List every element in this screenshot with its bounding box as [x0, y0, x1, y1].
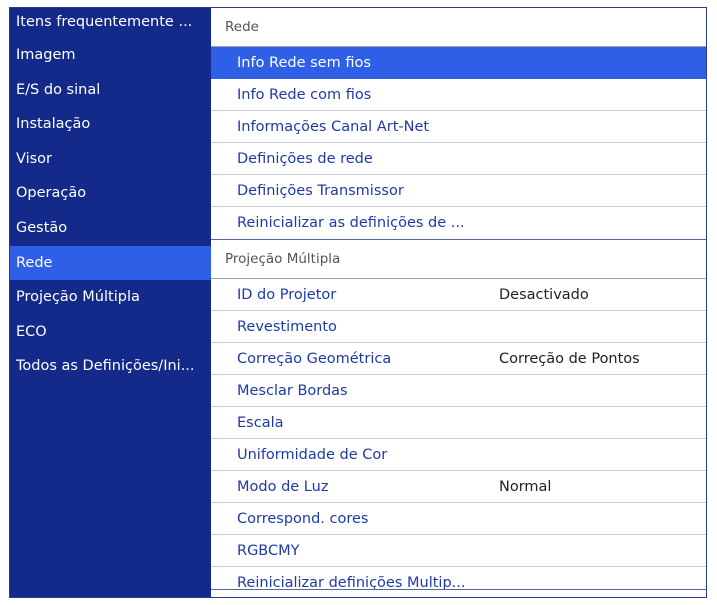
- sidebar-item-image[interactable]: Imagem: [10, 38, 211, 73]
- menu-item-label: Correspond. cores: [237, 511, 369, 528]
- menu-item-label: Correção Geométrica: [237, 350, 392, 367]
- sidebar-item-management[interactable]: Gestão: [10, 211, 211, 246]
- section-header-multi-projection: Projeção Múltipla: [211, 240, 706, 279]
- sidebar: Itens frequentemente ... Imagem E/S do s…: [10, 8, 211, 597]
- sidebar-item-all-settings[interactable]: Todos as Definições/Ini...: [10, 349, 211, 384]
- projector-menu: Itens frequentemente ... Imagem E/S do s…: [9, 7, 707, 598]
- menu-item-label: Escala: [237, 414, 284, 431]
- sidebar-item-frequent[interactable]: Itens frequentemente ...: [10, 8, 211, 38]
- menu-item-label: ID do Projetor: [237, 286, 337, 303]
- sidebar-item-multi-projection[interactable]: Projeção Múltipla: [10, 280, 211, 315]
- menu-item-value: Normal: [499, 479, 552, 496]
- menu-item-label: Definições Transmissor: [237, 183, 404, 200]
- menu-item-scale[interactable]: Escala: [211, 407, 706, 440]
- menu-item-geometry-correction[interactable]: Correção Geométrica Correção de Pontos: [211, 343, 706, 375]
- menu-item-label: Modo de Luz: [237, 479, 329, 496]
- menu-item-label: Reinicializar as definições de ...: [237, 215, 465, 232]
- main-panel: Rede Info Rede sem fios Info Rede com fi…: [211, 8, 706, 597]
- menu-item-projector-id[interactable]: ID do Projetor Desactivado: [211, 279, 706, 311]
- menu-item-label: Revestimento: [237, 318, 337, 335]
- menu-item-color-matching[interactable]: Correspond. cores: [211, 503, 706, 536]
- menu-item-label: Informações Canal Art-Net: [237, 119, 430, 136]
- menu-item-label: Definições de rede: [237, 151, 373, 168]
- sidebar-item-network[interactable]: Rede: [10, 245, 211, 281]
- menu-item-color-uniformity[interactable]: Uniformidade de Cor: [211, 439, 706, 472]
- menu-item-label: Info Rede sem fios: [237, 55, 371, 71]
- sidebar-item-operation[interactable]: Operação: [10, 176, 211, 211]
- menu-item-value: Correção de Pontos: [499, 350, 640, 367]
- menu-item-artnet-info[interactable]: Informações Canal Art-Net: [211, 111, 706, 144]
- menu-item-light-mode[interactable]: Modo de Luz Normal: [211, 471, 706, 504]
- menu-bottom-edge: [211, 589, 706, 597]
- menu-item-wired-info[interactable]: Info Rede com fios: [211, 79, 706, 112]
- sidebar-item-installation[interactable]: Instalação: [10, 107, 211, 142]
- menu-item-network-settings[interactable]: Definições de rede: [211, 143, 706, 176]
- menu-item-label: Uniformidade de Cor: [237, 447, 388, 464]
- menu-item-rgbcmy[interactable]: RGBCMY: [211, 535, 706, 568]
- sidebar-item-display[interactable]: Visor: [10, 142, 211, 177]
- sidebar-item-signal-io[interactable]: E/S do sinal: [10, 73, 211, 108]
- menu-item-value: Desactivado: [499, 286, 589, 303]
- menu-item-transmitter-settings[interactable]: Definições Transmissor: [211, 175, 706, 208]
- menu-item-tiling[interactable]: Revestimento: [211, 311, 706, 343]
- section-header-network: Rede: [211, 8, 706, 47]
- menu-item-wireless-info[interactable]: Info Rede sem fios: [211, 47, 706, 80]
- menu-item-label: Info Rede com fios: [237, 87, 372, 104]
- menu-item-label: RGBCMY: [237, 543, 300, 560]
- menu-item-label: Mesclar Bordas: [237, 382, 348, 399]
- sidebar-item-eco[interactable]: ECO: [10, 315, 211, 350]
- menu-item-edge-blending[interactable]: Mesclar Bordas: [211, 375, 706, 407]
- menu-item-reset-network[interactable]: Reinicializar as definições de ...: [211, 207, 706, 240]
